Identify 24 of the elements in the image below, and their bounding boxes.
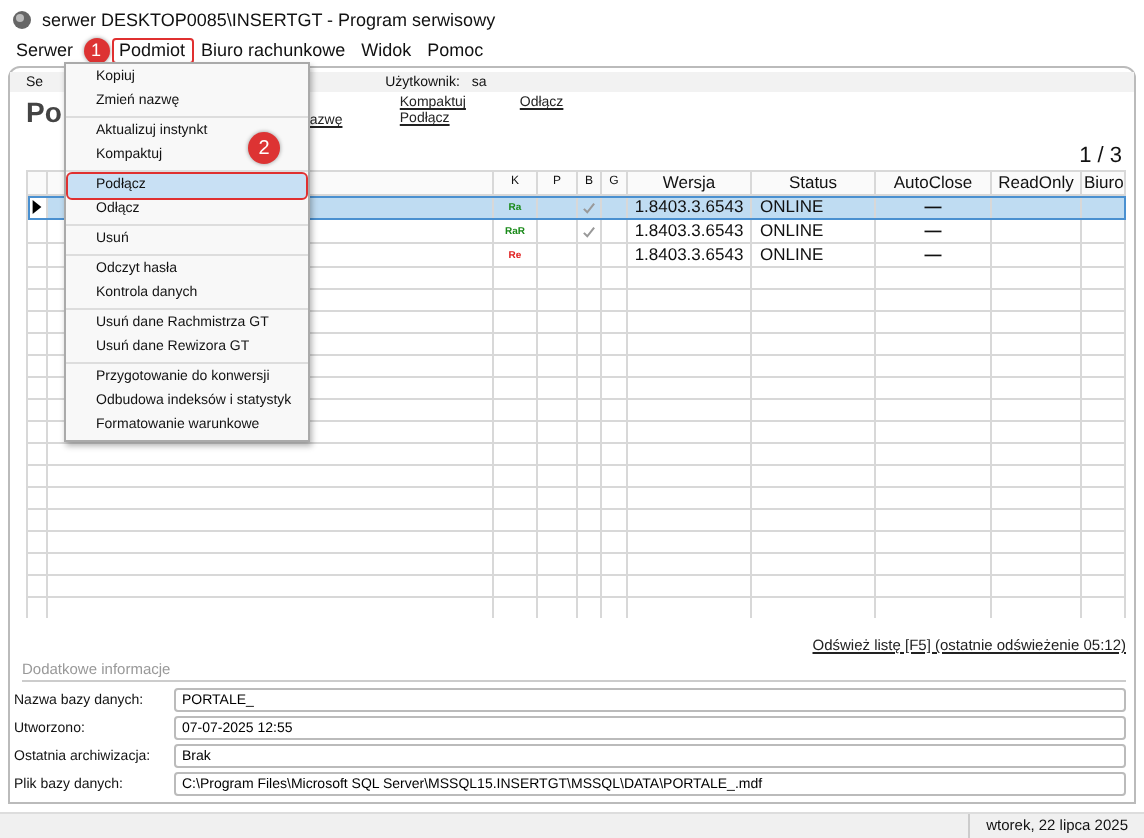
column-header[interactable]: Wersja <box>627 171 751 195</box>
menu-item[interactable]: Biuro rachunkowe <box>193 37 354 63</box>
column-header[interactable]: Biuro <box>1081 171 1125 195</box>
panel-title: Po <box>26 94 62 128</box>
record-counter: 1 / 3 <box>1079 144 1122 168</box>
column-header[interactable]: ReadOnly <box>991 171 1081 195</box>
menu-item[interactable]: Serwer <box>8 37 82 63</box>
table-cell: — <box>875 195 991 219</box>
table-cell: ONLINE <box>751 243 875 267</box>
table-cell: 1.8403.3.6543 <box>627 243 751 267</box>
menu-item[interactable]: Pomoc <box>419 37 492 63</box>
row-pointer-icon <box>32 200 42 214</box>
app-icon <box>12 9 32 29</box>
table-cell: ONLINE <box>751 219 875 243</box>
column-header[interactable]: Status <box>751 171 875 195</box>
table-cell: — <box>875 219 991 243</box>
table-cell: — <box>875 243 991 267</box>
column-header[interactable]: AutoClose <box>875 171 991 195</box>
table-cell: 1.8403.3.6543 <box>627 195 751 219</box>
table-cell: ONLINE <box>751 195 875 219</box>
menu-item[interactable]: Widok <box>353 37 420 63</box>
table-cell: 1.8403.3.6543 <box>627 219 751 243</box>
window-title: serwer DESKTOP0085\INSERTGT - Program serwisowy <box>42 9 496 29</box>
step-badge: 1 <box>83 37 110 63</box>
